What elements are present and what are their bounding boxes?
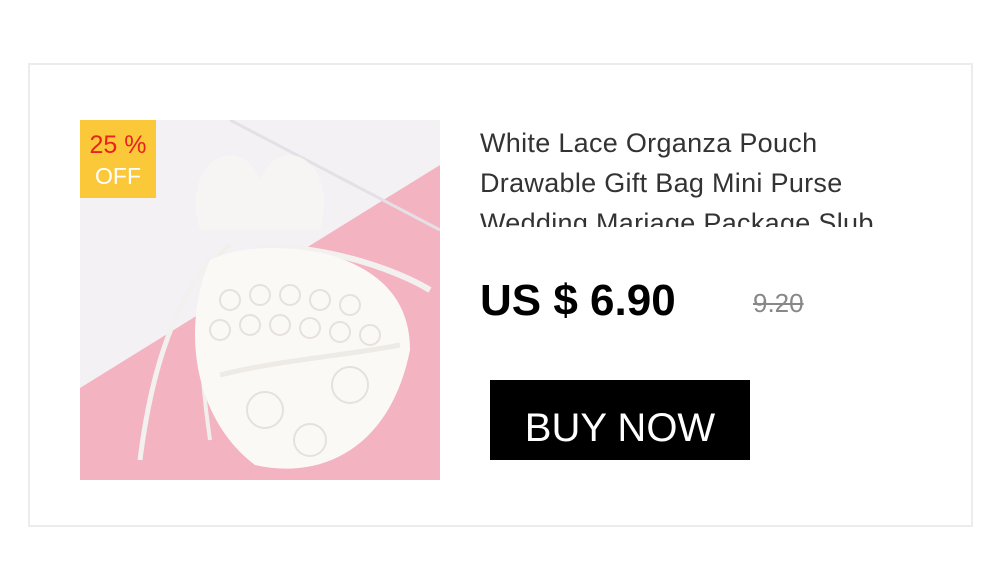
current-price: US $ 6.90 <box>480 276 676 325</box>
discount-off-label: OFF <box>95 163 141 189</box>
original-price: 9.20 <box>753 288 804 318</box>
discount-badge: 25 % OFF <box>80 120 156 198</box>
product-title[interactable]: White Lace Organza Pouch Drawable Gift B… <box>480 123 930 227</box>
buy-now-button[interactable]: BUY NOW <box>490 380 750 460</box>
discount-percent: 25 % <box>89 131 147 159</box>
